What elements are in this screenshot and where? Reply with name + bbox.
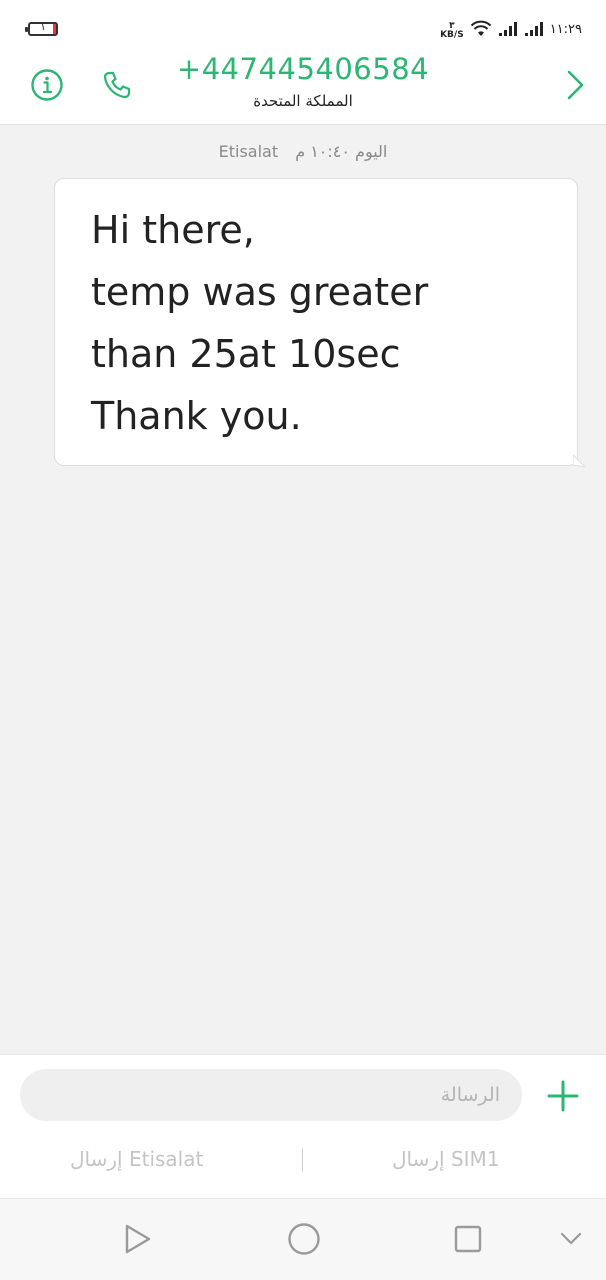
send-options: إرسال Etisalat إرسال SIM1	[0, 1147, 606, 1177]
recents-square-icon[interactable]	[452, 1221, 484, 1257]
back-triangle-icon[interactable]	[122, 1221, 154, 1257]
message-bubble[interactable]: Hi there, temp was greater than 25at 10s…	[54, 178, 585, 467]
status-indicators: ٣ KB/S ١١:٢٩	[440, 18, 582, 40]
message-text: Hi there, temp was greater than 25at 10s…	[91, 208, 429, 438]
battery-level: ١	[40, 22, 46, 33]
message-meta: Etisalat اليوم ١٠:٤٠ م	[0, 142, 606, 161]
navigation-bar	[0, 1198, 606, 1280]
chevron-down-icon[interactable]	[558, 1229, 584, 1249]
chevron-right-icon[interactable]	[562, 68, 588, 102]
status-bar: ١ ٣ KB/S ١١:٢٩	[0, 0, 606, 58]
contact-country: المملكة المتحدة	[253, 92, 353, 110]
signal-sim2-icon	[498, 22, 517, 36]
signal-sim1-icon	[524, 22, 543, 36]
send-divider	[302, 1149, 303, 1171]
message-input[interactable]	[20, 1069, 522, 1121]
compose-area: إرسال Etisalat إرسال SIM1	[0, 1054, 606, 1199]
conversation-header: +447445406584 المملكة المتحدة	[0, 52, 606, 125]
contact-number: +447445406584	[176, 52, 430, 86]
send-sim1-button[interactable]: إرسال SIM1	[392, 1147, 500, 1171]
message-timestamp: اليوم ١٠:٤٠ م	[295, 142, 388, 161]
network-speed-unit: KB/S	[440, 30, 464, 40]
sms-conversation-screen: ١ ٣ KB/S ١١:٢٩ +447445406584 المملكة الم…	[0, 0, 606, 1280]
bubble-tail	[573, 455, 585, 467]
wifi-icon	[470, 20, 491, 36]
plus-icon[interactable]	[546, 1079, 580, 1113]
status-time: ١١:٢٩	[549, 21, 582, 37]
battery-icon: ١	[25, 22, 58, 36]
network-speed: ٣ KB/S	[440, 22, 464, 40]
send-etisalat-button[interactable]: إرسال Etisalat	[70, 1147, 203, 1171]
home-circle-icon[interactable]	[286, 1221, 322, 1257]
message-sender: Etisalat	[218, 142, 279, 161]
